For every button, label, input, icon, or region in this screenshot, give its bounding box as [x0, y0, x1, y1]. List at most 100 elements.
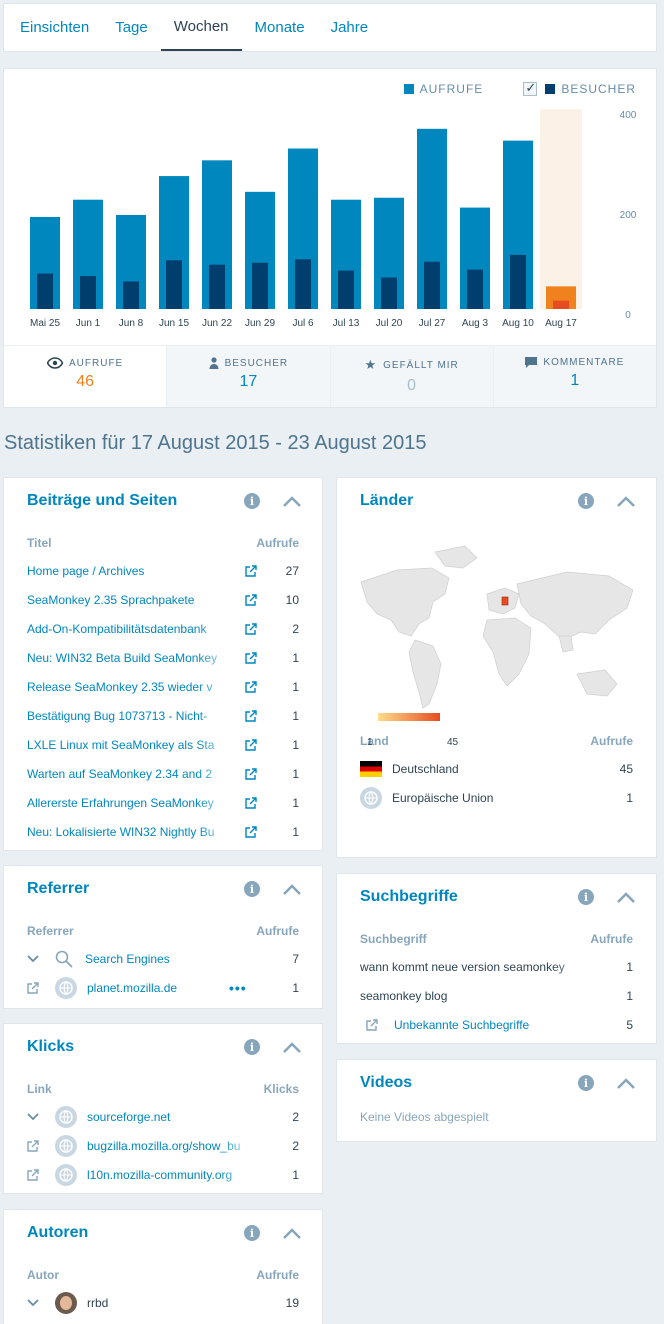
bar-visitors[interactable] — [123, 281, 139, 309]
tab-einsichten[interactable]: Einsichten — [7, 4, 102, 51]
bar-visitors[interactable] — [424, 261, 440, 309]
external-link-icon[interactable] — [27, 981, 47, 994]
legend-visitors[interactable]: BESUCHER — [523, 80, 636, 96]
card-title[interactable]: Beiträge und Seiten — [27, 492, 244, 510]
list-item[interactable]: l10n.mozilla-community.org 1 — [4, 1160, 322, 1189]
external-link-icon[interactable] — [243, 766, 259, 782]
info-icon[interactable]: i — [244, 1039, 260, 1055]
chevron-down-icon[interactable] — [27, 1112, 47, 1121]
bar-visitors[interactable] — [80, 276, 96, 309]
list-item[interactable]: Neu: WIN32 Beta Build SeaMonkey 1 — [4, 643, 322, 672]
bar-visitors[interactable] — [166, 260, 182, 309]
list-item[interactable]: Neu: Lokalisierte WIN32 Nightly Bu 1 — [4, 817, 322, 846]
post-title[interactable]: Home page / Archives — [27, 563, 237, 578]
list-item[interactable]: Home page / Archives 27 — [4, 556, 322, 585]
stat-tab-comments[interactable]: KOMMENTARE 1 — [492, 346, 656, 407]
highlight-column[interactable] — [540, 109, 582, 309]
list-item[interactable]: Unbekannte Suchbegriffe 5 — [337, 1010, 656, 1039]
list-item[interactable]: bugzilla.mozilla.org/show_bu 2 — [4, 1131, 322, 1160]
bar-visitors[interactable] — [37, 273, 53, 309]
referrer-label[interactable]: Search Engines — [85, 952, 259, 966]
card-title[interactable]: Videos — [360, 1074, 578, 1092]
info-icon[interactable]: i — [578, 889, 594, 905]
external-link-icon[interactable] — [243, 621, 259, 637]
card-title[interactable]: Suchbegriffe — [360, 888, 578, 906]
chevron-down-icon[interactable] — [27, 1298, 47, 1307]
external-link-icon[interactable] — [243, 824, 259, 840]
chevron-up-icon[interactable] — [616, 887, 636, 907]
chevron-up-icon[interactable] — [616, 491, 636, 511]
info-icon[interactable]: i — [244, 881, 260, 897]
tab-monate[interactable]: Monate — [242, 4, 318, 51]
list-item[interactable]: Allererste Erfahrungen SeaMonkey 1 — [4, 788, 322, 817]
list-item[interactable]: Bestätigung Bug 1073713 - Nicht- 1 — [4, 701, 322, 730]
list-item[interactable]: Add-On-Kompatibilitätsdatenbank 2 — [4, 614, 322, 643]
post-title[interactable]: SeaMonkey 2.35 Sprachpakete — [27, 592, 237, 607]
external-link-icon[interactable] — [243, 592, 259, 608]
post-title[interactable]: Release SeaMonkey 2.35 wieder v — [27, 679, 237, 694]
bar-visitors[interactable] — [338, 270, 354, 309]
list-item[interactable]: SeaMonkey 2.35 Sprachpakete 10 — [4, 585, 322, 614]
chevron-up-icon[interactable] — [282, 879, 302, 899]
unknown-search-terms-link[interactable]: Unbekannte Suchbegriffe — [394, 1018, 593, 1032]
post-title[interactable]: Neu: WIN32 Beta Build SeaMonkey — [27, 650, 237, 665]
info-icon[interactable]: i — [578, 1075, 594, 1091]
tab-tage[interactable]: Tage — [102, 4, 161, 51]
post-title[interactable]: Neu: Lokalisierte WIN32 Nightly Bu — [27, 824, 237, 839]
external-link-icon[interactable] — [366, 1018, 386, 1031]
external-link-icon[interactable] — [27, 1168, 47, 1181]
bar-visitors[interactable] — [252, 262, 268, 309]
post-title[interactable]: Add-On-Kompatibilitätsdatenbank — [27, 621, 237, 636]
list-item[interactable]: Release SeaMonkey 2.35 wieder v 1 — [4, 672, 322, 701]
list-item[interactable]: sourceforge.net 2 — [4, 1102, 322, 1131]
bar-visitors[interactable] — [510, 254, 526, 309]
stat-tab-likes[interactable]: ★ GEFÄLLT MIR 0 — [329, 346, 493, 407]
external-link-icon[interactable] — [243, 737, 259, 753]
info-icon[interactable]: i — [244, 1225, 260, 1241]
author-name: rrbd — [87, 1295, 109, 1310]
post-title[interactable]: Warten auf SeaMonkey 2.34 and 2 — [27, 766, 237, 781]
post-title[interactable]: Bestätigung Bug 1073713 - Nicht- — [27, 708, 237, 723]
bar-visitors[interactable] — [553, 300, 569, 309]
post-title[interactable]: LXLE Linux mit SeaMonkey als Sta — [27, 737, 237, 752]
chevron-down-icon[interactable] — [27, 954, 47, 963]
list-item: seamonkey blog 1 — [337, 981, 656, 1010]
info-icon[interactable]: i — [244, 493, 260, 509]
card-title[interactable]: Klicks — [27, 1038, 244, 1056]
bar-visitors[interactable] — [295, 259, 311, 309]
click-link[interactable]: l10n.mozilla-community.org — [87, 1167, 259, 1182]
bar-visitors[interactable] — [467, 269, 483, 309]
external-link-icon[interactable] — [243, 650, 259, 666]
click-link[interactable]: bugzilla.mozilla.org/show_bu — [87, 1138, 259, 1153]
list-item[interactable]: Search Engines 7 — [4, 944, 322, 973]
bar-visitors[interactable] — [209, 264, 225, 309]
tab-jahre[interactable]: Jahre — [318, 4, 382, 51]
chevron-up-icon[interactable] — [282, 1223, 302, 1243]
authors-column-header: Autor Aufrufe — [4, 1256, 322, 1288]
external-link-icon[interactable] — [243, 795, 259, 811]
more-icon[interactable]: ••• — [229, 980, 259, 996]
list-item[interactable]: planet.mozilla.de ••• 1 — [4, 973, 322, 1002]
card-title[interactable]: Länder — [360, 492, 578, 510]
card-title[interactable]: Referrer — [27, 880, 244, 898]
visitors-checkbox[interactable] — [523, 80, 538, 96]
list-item[interactable]: LXLE Linux mit SeaMonkey als Sta 1 — [4, 730, 322, 759]
chevron-up-icon[interactable] — [282, 1037, 302, 1057]
chevron-up-icon[interactable] — [282, 491, 302, 511]
external-link-icon[interactable] — [243, 679, 259, 695]
chevron-up-icon[interactable] — [616, 1073, 636, 1093]
bar-visitors[interactable] — [381, 277, 397, 309]
stat-tab-views[interactable]: AUFRUFE 46 — [4, 346, 167, 407]
external-link-icon[interactable] — [243, 708, 259, 724]
click-link[interactable]: sourceforge.net — [87, 1110, 259, 1124]
card-title[interactable]: Autoren — [27, 1224, 244, 1242]
list-item[interactable]: Warten auf SeaMonkey 2.34 and 2 1 — [4, 759, 322, 788]
list-item[interactable]: rrbd 19 — [4, 1288, 322, 1317]
info-icon[interactable]: i — [578, 493, 594, 509]
tab-wochen[interactable]: Wochen — [160, 4, 242, 51]
stat-tab-visitors[interactable]: BESUCHER 17 — [166, 346, 330, 407]
referrer-label[interactable]: planet.mozilla.de — [87, 981, 229, 995]
external-link-icon[interactable] — [27, 1139, 47, 1152]
post-title[interactable]: Allererste Erfahrungen SeaMonkey — [27, 795, 237, 810]
external-link-icon[interactable] — [243, 563, 259, 579]
